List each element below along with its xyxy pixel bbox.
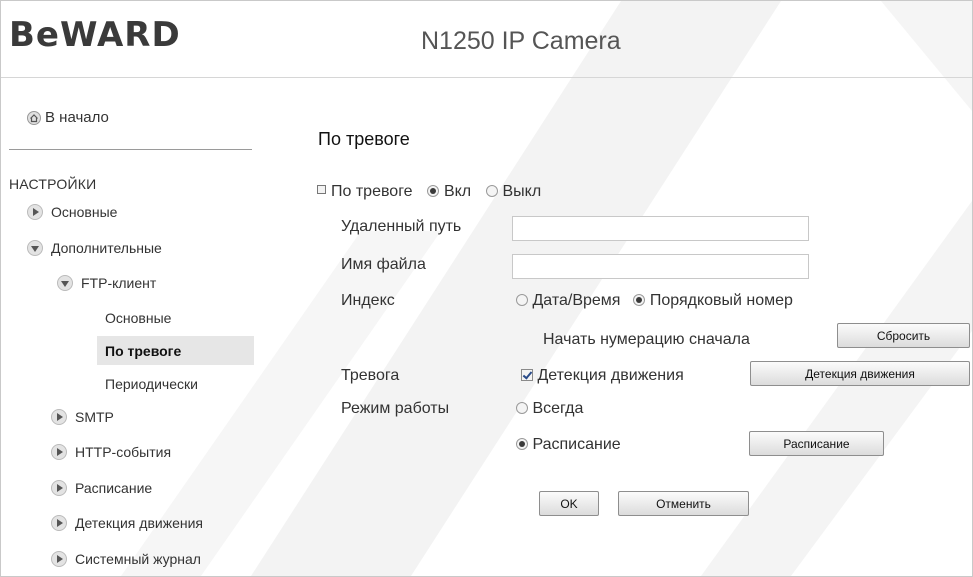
index-options: Дата/Время Порядковый номер [516,292,793,310]
home-link[interactable]: В начало [27,109,109,126]
sidebar-item-label: Системный журнал [75,551,201,567]
settings-section-title: НАСТРОЙКИ [9,176,97,192]
reset-numbering-label: Начать нумерацию сначала [543,331,750,348]
cancel-button[interactable]: Отменить [618,491,749,516]
home-icon [27,110,41,125]
index-datetime-radio[interactable] [516,294,528,306]
sidebar-item-label: Основные [51,204,118,220]
sidebar-item-http-events[interactable]: HTTP-события [51,444,171,460]
chevron-right-icon [51,515,67,531]
sidebar-item-label: FTP-клиент [81,275,157,291]
remote-path-input[interactable] [512,216,809,241]
mode-always-row: Всегда [516,400,583,418]
mode-schedule-row: Расписание [516,436,621,454]
trigger-label: Тревога [341,367,400,384]
alarm-off-label: Выкл [502,183,542,200]
alarm-label: По тревоге [331,183,413,200]
chevron-right-icon [51,551,67,567]
sidebar-item-ftp-alarm[interactable]: По тревоге [105,343,181,359]
chevron-right-icon [51,480,67,496]
ok-button[interactable]: OK [539,491,599,516]
index-datetime-label: Дата/Время [532,292,621,309]
sidebar-item-system-log[interactable]: Системный журнал [51,551,201,567]
mode-schedule-radio[interactable] [516,438,528,450]
alarm-on-label: Вкл [443,183,472,200]
index-label: Индекс [341,292,395,309]
sidebar-item-label: SMTP [75,409,114,425]
alarm-on-radio[interactable] [427,185,440,197]
main-content: По тревоге По тревоге Вкл Выкл Удаленный… [254,78,972,576]
file-name-label: Имя файла [341,256,426,273]
sidebar-divider [9,149,252,150]
sidebar-item-schedule[interactable]: Расписание [51,480,152,496]
chevron-down-icon [57,275,73,291]
sidebar-item-label: Дополнительные [51,240,162,256]
app-frame: BeWARD N1250 IP Camera В начало НАСТРОЙК… [0,0,973,577]
camera-title: N1250 IP Camera [421,27,621,55]
sidebar-item-label: Расписание [75,480,153,496]
motion-detection-row: Детекция движения [521,367,684,385]
alarm-off-radio[interactable] [486,185,499,197]
remote-path-label: Удаленный путь [341,218,462,235]
chevron-down-icon [27,240,43,256]
index-sequence-label: Порядковый номер [649,292,793,309]
index-sequence-radio[interactable] [633,294,646,306]
square-bullet-icon [317,185,326,194]
sidebar-item-advanced[interactable]: Дополнительные [27,240,162,256]
motion-detection-label: Детекция движения [537,367,684,384]
header: BeWARD N1250 IP Camera [1,1,972,78]
schedule-button[interactable]: Расписание [749,431,884,456]
mode-always-radio[interactable] [516,402,528,414]
mode-label: Режим работы [341,400,450,417]
sidebar-item-ftp-client[interactable]: FTP-клиент [57,275,156,291]
mode-always-label: Всегда [532,400,584,417]
home-label: В начало [45,109,109,126]
page-title: По тревоге [318,129,410,149]
sidebar-item-label: HTTP-события [75,444,172,460]
sidebar-item-motion-detection[interactable]: Детекция движения [51,515,203,531]
motion-detection-button[interactable]: Детекция движения [750,361,970,386]
motion-detection-checkbox[interactable] [521,369,533,381]
sidebar-item-ftp-basic[interactable]: Основные [105,310,171,326]
sidebar-item-basic[interactable]: Основные [27,204,117,220]
sidebar-item-ftp-periodic[interactable]: Периодически [105,376,198,392]
chevron-right-icon [51,444,67,460]
reset-button[interactable]: Сбросить [837,323,970,348]
sidebar-item-smtp[interactable]: SMTP [51,409,114,425]
mode-schedule-label: Расписание [532,436,621,453]
chevron-right-icon [51,409,67,425]
sidebar-item-label: Детекция движения [75,515,203,531]
file-name-input[interactable] [512,254,809,279]
chevron-right-icon [27,204,43,220]
brand-logo: BeWARD [9,15,181,55]
alarm-row: По тревоге Вкл Выкл [317,183,541,201]
sidebar: В начало НАСТРОЙКИ Основные Дополнительн… [1,78,254,576]
